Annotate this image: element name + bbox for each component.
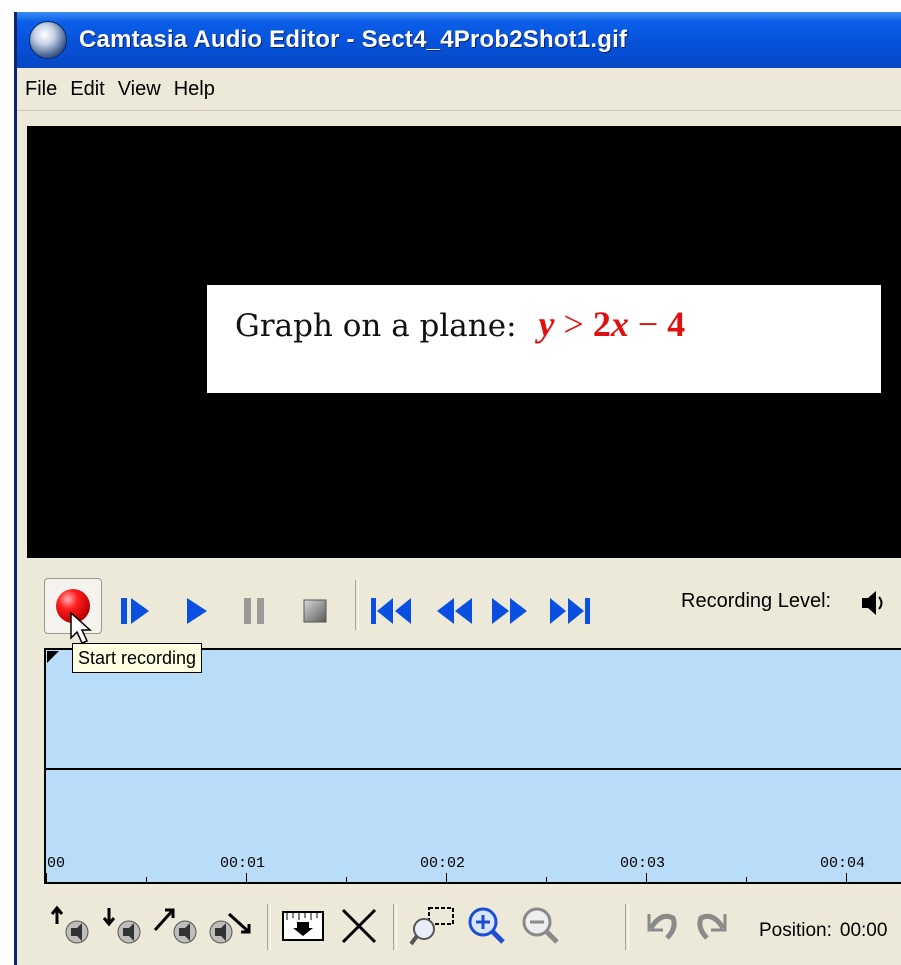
fade-in-icon[interactable] xyxy=(151,904,199,948)
window-title: Camtasia Audio Editor - Sect4_4Prob2Shot… xyxy=(79,26,628,53)
zoom-in-icon[interactable] xyxy=(463,904,511,948)
start-recording-tooltip: Start recording xyxy=(72,643,203,673)
mouse-cursor-icon xyxy=(70,612,92,644)
volume-down-icon[interactable] xyxy=(99,904,143,948)
position-label: Position: xyxy=(759,920,832,941)
menu-help[interactable]: Help xyxy=(170,78,224,101)
delete-icon[interactable] xyxy=(337,904,381,948)
zoom-out-icon[interactable] xyxy=(517,904,565,948)
menu-edit[interactable]: Edit xyxy=(66,78,113,101)
redo-icon[interactable] xyxy=(693,904,737,948)
audio-timeline[interactable]: 00 00:01 00:02 00:03 00:04 xyxy=(44,648,901,884)
fade-out-icon[interactable] xyxy=(205,904,253,948)
timeline-tick xyxy=(646,873,647,882)
app-window: Camtasia Audio Editor - Sect4_4Prob2Shot… xyxy=(14,12,901,965)
go-to-end-icon[interactable] xyxy=(548,594,594,628)
timeline-tick-label: 00:03 xyxy=(620,855,666,872)
timeline-tick-label: 00 xyxy=(47,855,66,872)
timeline-start-marker[interactable] xyxy=(47,651,59,663)
zoom-selection-icon[interactable] xyxy=(409,904,457,948)
play-selection-icon[interactable] xyxy=(119,594,153,628)
slide-equation: y > 2x − 4 xyxy=(538,304,686,344)
video-preview: Graph on a plane: y > 2x − 4 xyxy=(27,126,901,558)
toolbar-separator xyxy=(355,580,359,630)
play-icon[interactable] xyxy=(183,594,213,628)
position-value: 00:00 xyxy=(839,920,888,941)
volume-up-icon[interactable] xyxy=(47,904,91,948)
timeline-tick-label: 00:04 xyxy=(820,855,866,872)
timeline-minor-tick xyxy=(746,877,747,882)
timeline-minor-tick xyxy=(546,877,547,882)
recording-level-label: Recording Level: xyxy=(681,590,832,612)
menu-view[interactable]: View xyxy=(114,78,170,101)
position-readout: Position: 00:00 xyxy=(759,920,887,942)
timeline-minor-tick xyxy=(146,877,147,882)
timeline-tick xyxy=(846,873,847,882)
camtasia-app-icon[interactable] xyxy=(29,21,67,59)
timeline-tick xyxy=(246,873,247,882)
timeline-minor-tick xyxy=(346,877,347,882)
toolbar-separator xyxy=(267,904,271,950)
menu-bar: File Edit View Help xyxy=(17,68,901,111)
rewind-icon[interactable] xyxy=(434,594,474,628)
insert-silence-icon[interactable] xyxy=(279,904,327,948)
menu-file[interactable]: File xyxy=(17,78,66,101)
pause-icon[interactable] xyxy=(240,594,270,628)
go-to-start-icon[interactable] xyxy=(369,594,415,628)
toolbar-separator xyxy=(625,904,629,950)
timeline-tick xyxy=(446,873,447,882)
slide-line: Graph on a plane: y > 2x − 4 xyxy=(235,303,685,345)
waveform-baseline xyxy=(46,768,901,770)
toolbar-separator xyxy=(393,904,397,950)
playback-controls: Recording Level: xyxy=(17,558,901,648)
stop-icon[interactable] xyxy=(301,594,331,628)
slide-text: Graph on a plane: xyxy=(235,308,517,344)
editing-toolbar: Position: 00:00 xyxy=(17,892,901,965)
undo-icon[interactable] xyxy=(637,904,681,948)
slide-frame: Graph on a plane: y > 2x − 4 xyxy=(207,285,881,393)
fast-forward-icon[interactable] xyxy=(490,594,530,628)
timeline-tick-label: 00:02 xyxy=(420,855,466,872)
timeline-tick-label: 00:01 xyxy=(220,855,266,872)
timeline-tick xyxy=(46,873,47,882)
speaker-icon[interactable] xyxy=(859,588,889,618)
title-bar[interactable]: Camtasia Audio Editor - Sect4_4Prob2Shot… xyxy=(17,12,901,68)
